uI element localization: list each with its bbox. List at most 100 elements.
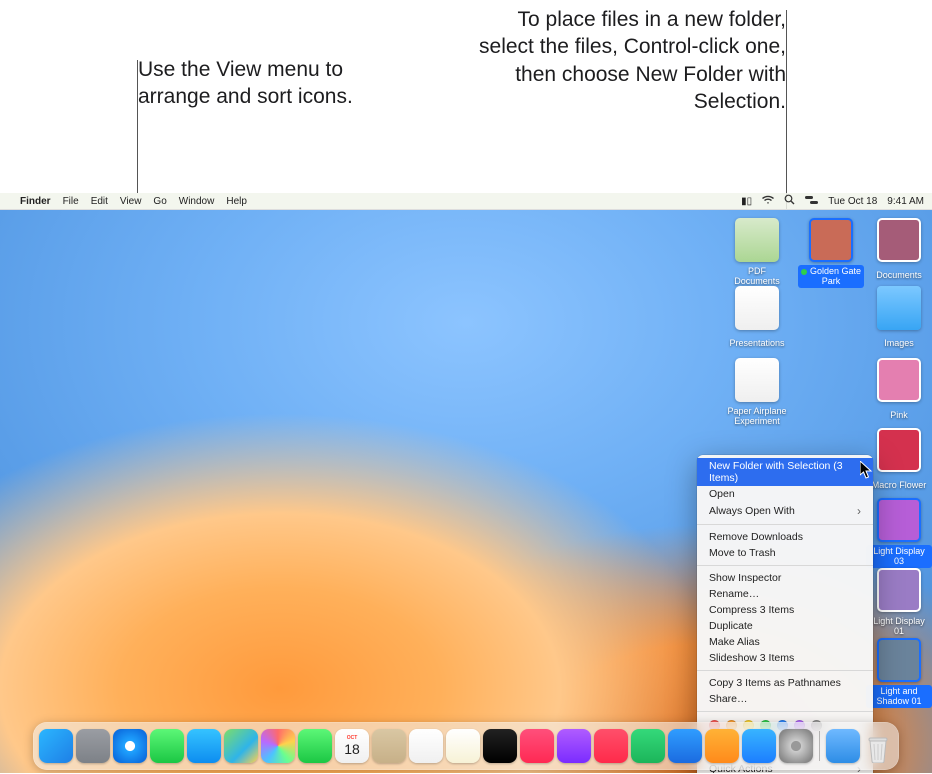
menu-item-label: Slideshow 3 Items [709,652,794,664]
dock-app-maps[interactable] [224,729,258,763]
context-menu-duplicate[interactable]: Duplicate [697,618,873,634]
menubar: Finder File Edit View Go Window Help ▮▯ … [0,193,932,210]
menu-item-label: Remove Downloads [709,531,803,543]
desktop-screenshot: Finder File Edit View Go Window Help ▮▯ … [0,193,932,773]
menubar-time[interactable]: 9:41 AM [887,196,924,207]
wifi-icon[interactable] [762,195,774,208]
desktop-icon-images-folder[interactable]: Images [866,286,932,351]
dock-app-pages[interactable] [705,729,739,763]
menubar-file[interactable]: File [63,196,79,207]
calendar-day: 18 [344,741,360,757]
menu-item-label: Share… [709,693,748,705]
menubar-date[interactable]: Tue Oct 18 [828,196,877,207]
context-menu-remove-downloads[interactable]: Remove Downloads [697,529,873,545]
dock-app-launchpad[interactable] [76,729,110,763]
context-menu-slideshow[interactable]: Slideshow 3 Items [697,650,873,666]
document-icon [735,286,779,330]
menubar-go[interactable]: Go [153,196,166,207]
context-menu-new-folder-selection[interactable]: New Folder with Selection (3 Items) [697,458,873,486]
dock-app-reminders[interactable] [409,729,443,763]
desktop-icon-label: Light Display 03 [873,546,925,566]
menubar-app-name[interactable]: Finder [20,196,51,207]
image-thumbnail-icon [877,498,921,542]
dock-divider [819,731,820,761]
dock-app-photos[interactable] [261,729,295,763]
menubar-window[interactable]: Window [179,196,215,207]
menu-item-label: Duplicate [709,620,753,632]
dock-app-numbers[interactable] [631,729,665,763]
desktop-icon-label: Images [884,338,914,348]
menu-separator [697,524,873,525]
desktop-icon-macro-flower[interactable]: Macro Flower [866,428,932,493]
context-menu-rename[interactable]: Rename… [697,586,873,602]
dock-app-mail[interactable] [187,729,221,763]
tag-dot-icon [801,269,807,275]
desktop-icon-light-display-03[interactable]: Light Display 03 [866,498,932,569]
desktop-icon-presentations[interactable]: Presentations [724,286,790,351]
dock-app-finder[interactable] [39,729,73,763]
context-menu-compress[interactable]: Compress 3 Items [697,602,873,618]
image-thumbnail-icon [877,218,921,262]
menu-item-label: Copy 3 Items as Pathnames [709,677,841,689]
image-thumbnail-icon [877,358,921,402]
dock-app-messages[interactable] [150,729,184,763]
context-menu-make-alias[interactable]: Make Alias [697,634,873,650]
context-menu-always-open-with[interactable]: Always Open With [697,502,873,520]
callout-new-folder: To place files in a new folder, select t… [476,6,786,115]
desktop-icon-light-display-01[interactable]: Light Display 01 [866,568,932,639]
desktop-icon-pdf-documents[interactable]: PDF Documents [724,218,790,289]
dock-app-appstore[interactable] [742,729,776,763]
menu-item-label: Rename… [709,588,759,600]
menu-item-label: Show Inspector [709,572,781,584]
desktop-icon-label: Light and Shadow 01 [876,686,921,706]
image-thumbnail-icon [809,218,853,262]
menu-item-label: New Folder with Selection (3 Items) [709,460,861,484]
battery-icon[interactable]: ▮▯ [741,196,752,207]
dock-app-tv[interactable] [483,729,517,763]
desktop-icon-documents-folder[interactable]: Documents [866,218,932,283]
dock-app-contacts[interactable] [372,729,406,763]
control-center-icon[interactable] [805,195,818,208]
menu-item-label: Move to Trash [709,547,776,559]
menu-item-label: Always Open With [709,505,795,517]
context-menu-move-to-trash[interactable]: Move to Trash [697,545,873,561]
menubar-edit[interactable]: Edit [91,196,108,207]
desktop-icon-golden-gate-park[interactable]: Golden Gate Park [798,218,864,289]
menu-separator [697,670,873,671]
context-menu-show-inspector[interactable]: Show Inspector [697,570,873,586]
menu-separator [697,565,873,566]
callout-view-menu: Use the View menu to arrange and sort ic… [138,56,378,111]
context-menu-copy-pathnames[interactable]: Copy 3 Items as Pathnames [697,675,873,691]
menubar-help[interactable]: Help [226,196,247,207]
desktop-icon-label: Pink [890,410,908,420]
image-thumbnail-icon [877,568,921,612]
dock-downloads-folder[interactable] [826,729,860,763]
dock-app-system-settings[interactable] [779,729,813,763]
dock-app-facetime[interactable] [298,729,332,763]
menubar-view[interactable]: View [120,196,142,207]
desktop-icon-paper-airplane[interactable]: Paper Airplane Experiment [724,358,790,429]
desktop-icon-label: Golden Gate Park [810,266,861,286]
context-menu-share[interactable]: Share… [697,691,873,707]
dock-app-keynote[interactable] [668,729,702,763]
desktop-icon-label: Macro Flower [872,480,927,490]
desktop-icon-light-shadow-01[interactable]: Light and Shadow 01 [866,638,932,709]
image-thumbnail-icon [877,428,921,472]
cursor-pointer-icon [860,461,873,479]
dock-app-podcasts[interactable] [557,729,591,763]
desktop-icon-label: PDF Documents [734,266,780,286]
menu-separator [697,711,873,712]
dock-app-safari[interactable] [113,729,147,763]
dock-app-music[interactable] [520,729,554,763]
menu-item-label: Compress 3 Items [709,604,794,616]
desktop-icon-label: Light Display 01 [873,616,925,636]
context-menu-open[interactable]: Open [697,486,873,502]
desktop-icon-pink[interactable]: Pink [866,358,932,423]
image-thumbnail-icon [877,638,921,682]
dock-trash[interactable] [863,729,893,763]
spotlight-icon[interactable] [784,194,795,208]
dock-app-calendar[interactable]: OCT18 [335,729,369,763]
dock-app-notes[interactable] [446,729,480,763]
dock-app-news[interactable] [594,729,628,763]
desktop-icon-label: Documents [876,270,922,280]
